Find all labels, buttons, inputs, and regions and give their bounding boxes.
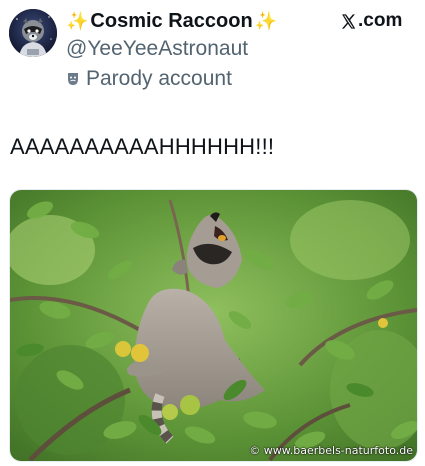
post-media[interactable]: © www.baerbels-naturfoto.de xyxy=(9,189,418,462)
site-label-text: .com xyxy=(358,10,403,31)
photo-watermark: © www.baerbels-naturfoto.de xyxy=(249,444,413,457)
author-display-name[interactable]: Cosmic Raccoon xyxy=(90,10,252,33)
author-handle[interactable]: @YeeYeeAstronaut xyxy=(66,37,248,61)
x-logo-icon xyxy=(341,13,356,29)
site-label[interactable]: .com xyxy=(340,10,402,32)
author-display-name-row[interactable]: ✨ Cosmic Raccoon ✨ xyxy=(66,8,277,34)
avatar[interactable] xyxy=(9,9,57,57)
raccoon-in-tree-photo xyxy=(10,190,417,461)
parody-badge-label: Parody account xyxy=(86,67,232,90)
theater-mask-icon xyxy=(68,73,78,85)
parody-badge: Parody account xyxy=(66,67,232,91)
post-text: AAAAAAAAAAHHHHHH!!! xyxy=(10,134,275,159)
sparkle-icon: ✨ xyxy=(254,11,278,31)
astronaut-raccoon-avatar-icon xyxy=(9,9,57,57)
sparkle-icon: ✨ xyxy=(66,11,89,31)
